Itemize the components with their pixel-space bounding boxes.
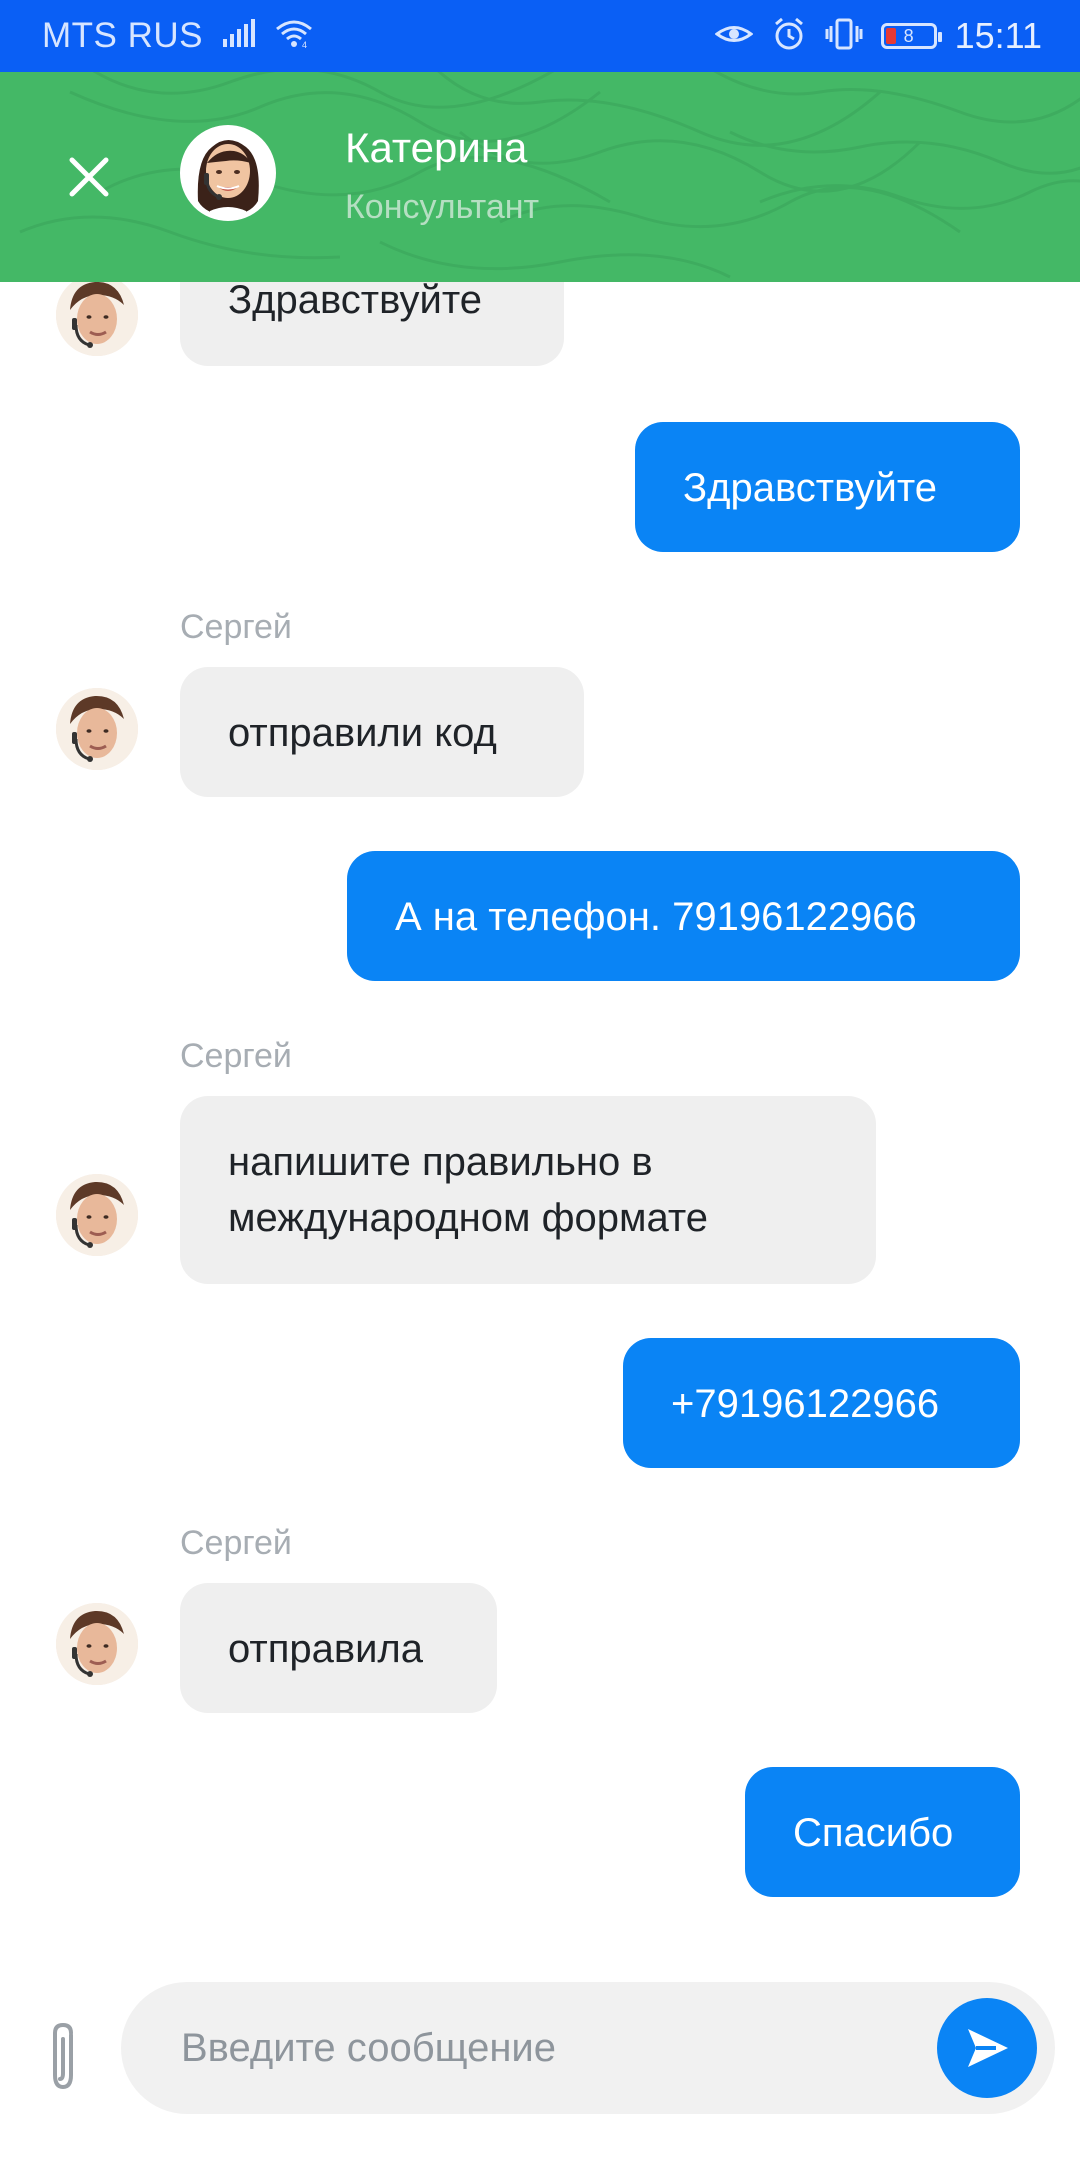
incoming-message: Здравствуйте — [180, 282, 564, 366]
outgoing-message: +79196122966 — [623, 1338, 1020, 1468]
message-text: Здравствуйте — [683, 466, 937, 510]
operator-avatar — [56, 1603, 138, 1685]
eye-comfort-icon — [714, 19, 754, 54]
message-text: А на телефон. 79196122966 — [395, 895, 917, 939]
agent-name: Катерина — [345, 124, 528, 171]
message-input[interactable] — [181, 1982, 881, 2114]
battery-icon: 8 — [880, 23, 942, 49]
topographic-pattern — [19, 72, 1080, 279]
operator-avatar — [56, 688, 138, 770]
outgoing-message: А на телефон. 79196122966 — [347, 851, 1020, 981]
close-button[interactable] — [58, 146, 120, 208]
carrier-label: MTS RUS — [42, 16, 203, 55]
operator-avatar — [56, 1174, 138, 1256]
message-input-container — [121, 1982, 1055, 2114]
alarm-icon — [771, 17, 807, 56]
sender-name: Сергей — [180, 608, 292, 646]
agent-role: Консультант — [345, 188, 540, 226]
battery-level: 8 — [903, 26, 914, 46]
status-time: 15:11 — [954, 15, 1042, 56]
message-text: +79196122966 — [671, 1382, 940, 1426]
outgoing-message: Спасибо — [745, 1767, 1020, 1897]
status-bar: MTS RUS 4 8 15:11 — [0, 0, 1080, 72]
close-icon — [69, 157, 109, 197]
send-icon — [968, 2029, 1008, 2067]
message-text: отправили код — [228, 711, 497, 755]
message-composer — [0, 1972, 1080, 2160]
status-right-group: 8 15:11 — [714, 0, 1042, 72]
outgoing-message: Здравствуйте — [635, 422, 1020, 552]
paperclip-icon — [53, 2022, 73, 2090]
wifi-icon: 4 — [275, 19, 313, 54]
attach-button[interactable] — [42, 2017, 86, 2101]
sender-name: Сергей — [180, 1037, 292, 1075]
status-left-group: MTS RUS 4 — [42, 0, 313, 72]
message-list: Здравствуйте Здравствуйте Сергей отправи… — [0, 282, 1080, 1972]
message-text: Спасибо — [793, 1811, 954, 1855]
message-text: Здравствуйте — [228, 282, 482, 322]
sender-name: Сергей — [180, 1524, 292, 1562]
incoming-message: отправили код — [180, 667, 584, 797]
battery-fill — [885, 28, 896, 44]
send-button[interactable] — [937, 1998, 1037, 2098]
signal-icon — [221, 18, 257, 54]
message-text: отправила — [228, 1627, 424, 1671]
message-text: напишите правильно в международном форма… — [228, 1140, 709, 1240]
incoming-message: напишите правильно в международном форма… — [180, 1096, 876, 1284]
chat-header: Катерина Консультант — [0, 72, 1080, 282]
incoming-message: отправила — [180, 1583, 497, 1713]
vibrate-icon — [825, 17, 863, 56]
operator-avatar — [56, 282, 138, 356]
svg-text:4: 4 — [302, 40, 307, 49]
agent-avatar — [180, 125, 276, 221]
